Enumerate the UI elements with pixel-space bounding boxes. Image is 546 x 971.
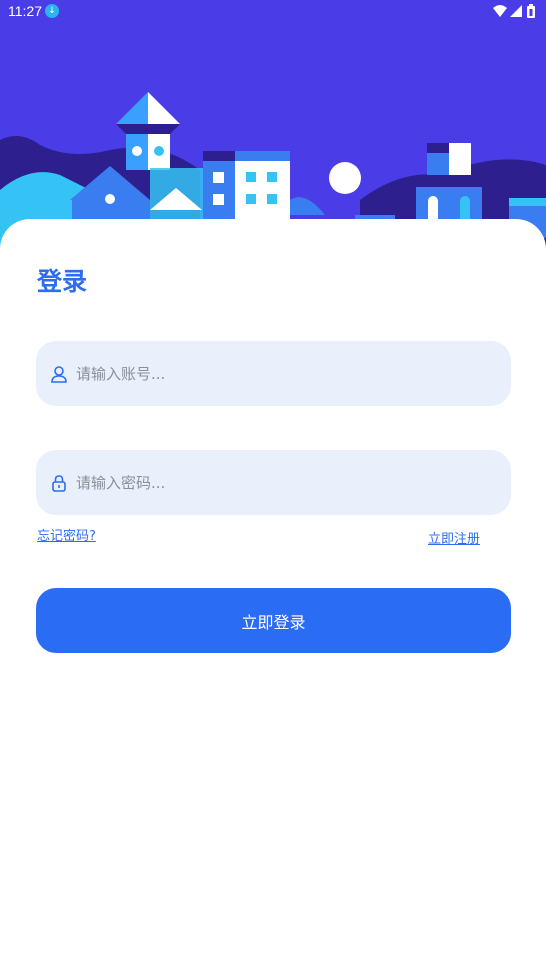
wifi-icon (493, 5, 507, 17)
download-icon: ↓ (45, 4, 59, 18)
lock-icon (50, 474, 68, 492)
status-bar: 11:27 ↓ (0, 0, 546, 24)
password-input[interactable] (74, 472, 511, 493)
page-title: 登录 (37, 267, 88, 296)
signal-icon (510, 5, 522, 17)
register-link[interactable]: 立即注册 (428, 528, 480, 547)
forgot-password-link[interactable]: 忘记密码? (37, 525, 96, 544)
login-button[interactable]: 立即登录 (36, 588, 511, 653)
password-field[interactable] (36, 450, 511, 515)
battery-icon (527, 4, 535, 18)
status-time: 11:27 (8, 3, 42, 19)
status-icons (493, 4, 535, 18)
account-field[interactable] (36, 341, 511, 406)
account-input[interactable] (74, 363, 511, 384)
user-icon (50, 365, 68, 383)
